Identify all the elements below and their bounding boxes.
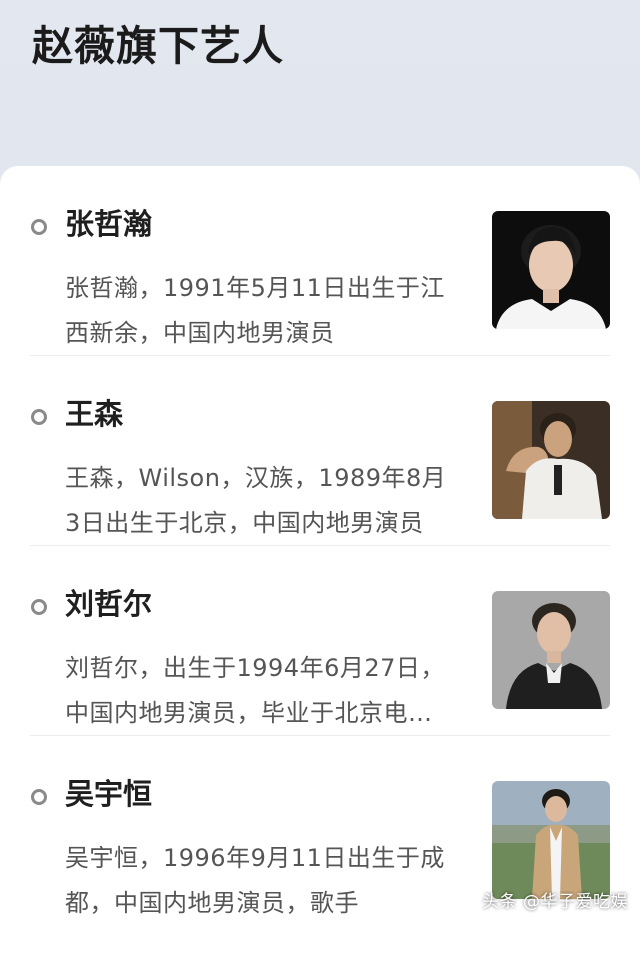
artist-photo[interactable] <box>492 781 610 899</box>
watermark: 头条 @华子爱吃娱 <box>482 892 628 912</box>
artist-name: 刘哲尔 <box>65 587 153 621</box>
artist-list-card: 张哲瀚 张哲瀚，1991年5月11日出生于江西新余，中国内地男演员 王森 王森，… <box>0 166 640 966</box>
bullet-icon <box>31 219 47 235</box>
list-item[interactable]: 王森 王森，Wilson，汉族，1989年8月3日出生于北京，中国内地男演员 <box>30 356 610 546</box>
artist-description: 刘哲尔，出生于1994年6月27日，中国内地男演员，毕业于北京电影学院 <box>65 654 445 727</box>
artist-description: 吴宇恒，1996年9月11日出生于成都，中国内地男演员，歌手 <box>65 844 445 917</box>
artist-photo[interactable] <box>492 401 610 519</box>
list-item[interactable]: 刘哲尔 刘哲尔，出生于1994年6月27日，中国内地男演员，毕业于北京电影学院 <box>30 546 610 736</box>
list-item[interactable]: 张哲瀚 张哲瀚，1991年5月11日出生于江西新余，中国内地男演员 <box>30 166 610 356</box>
page-title: 赵薇旗下艺人 <box>32 22 284 70</box>
bullet-icon <box>31 599 47 615</box>
artist-name: 张哲瀚 <box>65 207 153 241</box>
bullet-icon <box>31 789 47 805</box>
artist-description: 王森，Wilson，汉族，1989年8月3日出生于北京，中国内地男演员 <box>65 464 447 537</box>
artist-photo[interactable] <box>492 211 610 329</box>
artist-description: 张哲瀚，1991年5月11日出生于江西新余，中国内地男演员 <box>65 274 445 347</box>
artist-name: 吴宇恒 <box>65 777 153 811</box>
artist-photo[interactable] <box>492 591 610 709</box>
bullet-icon <box>31 409 47 425</box>
artist-name: 王森 <box>65 397 124 431</box>
